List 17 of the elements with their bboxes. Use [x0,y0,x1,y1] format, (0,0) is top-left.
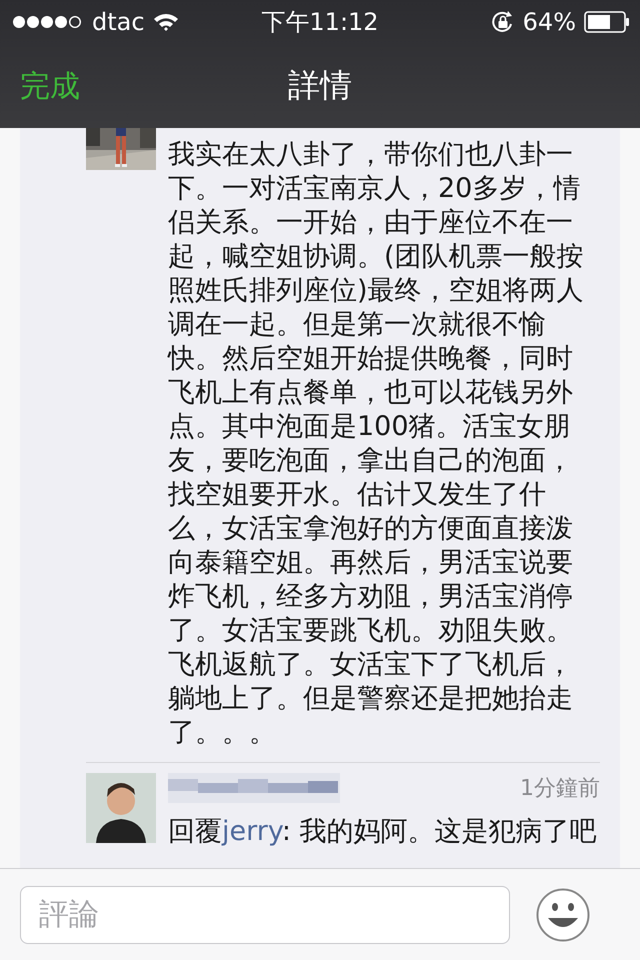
signal-icon [12,14,84,30]
comment-time: 1分鐘前 [520,775,600,803]
carrier-name: dtac [92,8,145,36]
wifi-icon [152,12,179,32]
emoji-button[interactable] [536,888,590,942]
avatar [86,773,156,843]
page-title: 詳情 [288,65,352,106]
battery-icon [584,11,630,33]
rotation-lock-icon [490,10,515,34]
reply-text: 回覆jerry: 我的妈阿。这是犯病了吧 [168,815,598,849]
smiley-icon [536,888,590,942]
status-time: 下午11:12 [261,7,379,38]
battery-percent: 64% [522,8,576,36]
comment-text: 我实在太八卦了，带你们也八卦一下。一对活宝南京人，20多岁，情侣关系。一开始，由于座位不在一起，喊空姐协调。(团队机票一般按照姓氏排列座位)最终，空姐将两人调在一起。但是第一次就很不愉快。然后空姐开始提供晚餐，同时飞机上有点餐单，也可以花钱另外点。其中泡面是100猪。活宝女朋友，要吃泡面，拿出自己的泡面，找空姐要开水。估计又发生了什么，女活宝拿泡好的方便面直接泼向泰籍空姐。再然后，男活宝说要炸飞机，经多方劝阻，男活宝消停了。女活宝要跳飞机。劝阻失败。飞机返航了。女活宝下了飞机后，躺地上了。但是警察还是把她抬走了。。。 [168,138,585,750]
comment-field[interactable]: 評論 [20,886,510,944]
mention-link[interactable]: jerry [222,816,282,847]
done-button[interactable]: 完成 [20,66,80,106]
